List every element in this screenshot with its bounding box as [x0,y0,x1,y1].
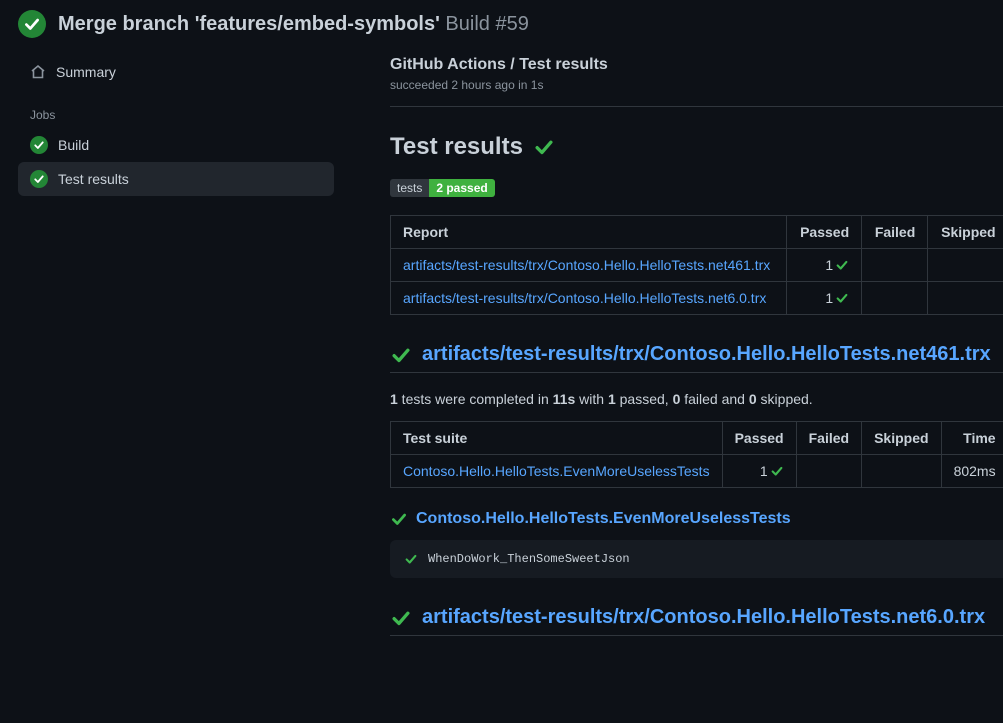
home-icon [30,64,46,80]
suite-link[interactable]: Contoso.Hello.HelloTests.EvenMoreUseless… [403,463,710,479]
commit-message: Merge branch 'features/embed-symbols' [58,13,440,35]
cell-failed [862,249,928,282]
breadcrumb: GitHub Actions / Test results [390,56,1003,74]
nav-job-label: Test results [58,171,129,187]
file-link[interactable]: artifacts/test-results/trx/Contoso.Hello… [422,343,991,366]
table-row: artifacts/test-results/trx/Contoso.Hello… [391,249,1003,282]
cell-passed: 1 [787,282,862,315]
badge-label: tests [390,179,429,197]
table-header-row: Report Passed Failed Skipped [391,216,1003,249]
cell-time: 802ms [941,455,1003,488]
reports-table: Report Passed Failed Skipped artifacts/t… [390,215,1003,315]
nav-summary[interactable]: Summary [18,56,334,88]
col-passed: Passed [787,216,862,249]
test-name: WhenDoWork_ThenSomeSweetJson [428,552,630,566]
table-row: Contoso.Hello.HelloTests.EvenMoreUseless… [391,455,1003,488]
col-suite: Test suite [391,422,723,455]
sidebar: Summary Jobs Build Test results [0,56,340,640]
cell-skipped [928,249,1003,282]
col-skipped: Skipped [928,216,1003,249]
col-time: Time [941,422,1003,455]
col-report: Report [391,216,787,249]
table-row: artifacts/test-results/trx/Contoso.Hello… [391,282,1003,315]
check-icon [390,607,412,629]
section-title: Test results [390,133,1003,161]
check-icon [533,136,555,158]
divider [390,106,1003,107]
cell-skipped [862,455,941,488]
cell-failed [862,282,928,315]
test-item: WhenDoWork_ThenSomeSweetJson [390,540,1003,578]
badge-value: 2 passed [429,179,494,197]
col-passed: Passed [722,422,796,455]
cell-passed: 1 [787,249,862,282]
check-icon [404,552,418,566]
nav-job-build[interactable]: Build [18,128,334,162]
file-summary: 1 tests were completed in 11s with 1 pas… [390,391,1003,407]
check-icon [770,464,784,478]
status-line: succeeded 2 hours ago in 1s [390,78,1003,92]
nav-job-label: Build [58,137,89,153]
file-link[interactable]: artifacts/test-results/trx/Contoso.Hello… [422,606,985,629]
check-icon [390,344,412,366]
file-section-heading: artifacts/test-results/trx/Contoso.Hello… [390,606,1003,636]
check-circle-icon [30,170,48,188]
suite-table: Test suite Passed Failed Skipped Time Co… [390,421,1003,488]
check-icon [390,510,408,528]
main-content: GitHub Actions / Test results succeeded … [340,56,1003,640]
check-icon [835,258,849,272]
cell-passed: 1 [722,455,796,488]
build-number: Build #59 [445,13,528,35]
table-header-row: Test suite Passed Failed Skipped Time [391,422,1003,455]
nav-summary-label: Summary [56,64,116,80]
suite-link[interactable]: Contoso.Hello.HelloTests.EvenMoreUseless… [416,510,791,528]
col-failed: Failed [862,216,928,249]
jobs-heading: Jobs [18,88,334,128]
report-link[interactable]: artifacts/test-results/trx/Contoso.Hello… [403,257,770,273]
tests-badge: tests2 passed [390,179,1003,197]
file-section-heading: artifacts/test-results/trx/Contoso.Hello… [390,343,1003,373]
report-link[interactable]: artifacts/test-results/trx/Contoso.Hello… [403,290,766,306]
suite-heading: Contoso.Hello.HelloTests.EvenMoreUseless… [390,510,1003,528]
cell-skipped [928,282,1003,315]
breadcrumb-owner: GitHub Actions [390,56,506,73]
nav-job-test-results[interactable]: Test results [18,162,334,196]
cell-failed [796,455,861,488]
col-skipped: Skipped [862,422,941,455]
page-title: Merge branch 'features/embed-symbols' Bu… [58,13,529,36]
page-header: Merge branch 'features/embed-symbols' Bu… [0,0,1003,56]
check-icon [835,291,849,305]
col-failed: Failed [796,422,861,455]
build-status-icon [18,10,46,38]
check-circle-icon [30,136,48,154]
breadcrumb-page: Test results [519,56,608,73]
